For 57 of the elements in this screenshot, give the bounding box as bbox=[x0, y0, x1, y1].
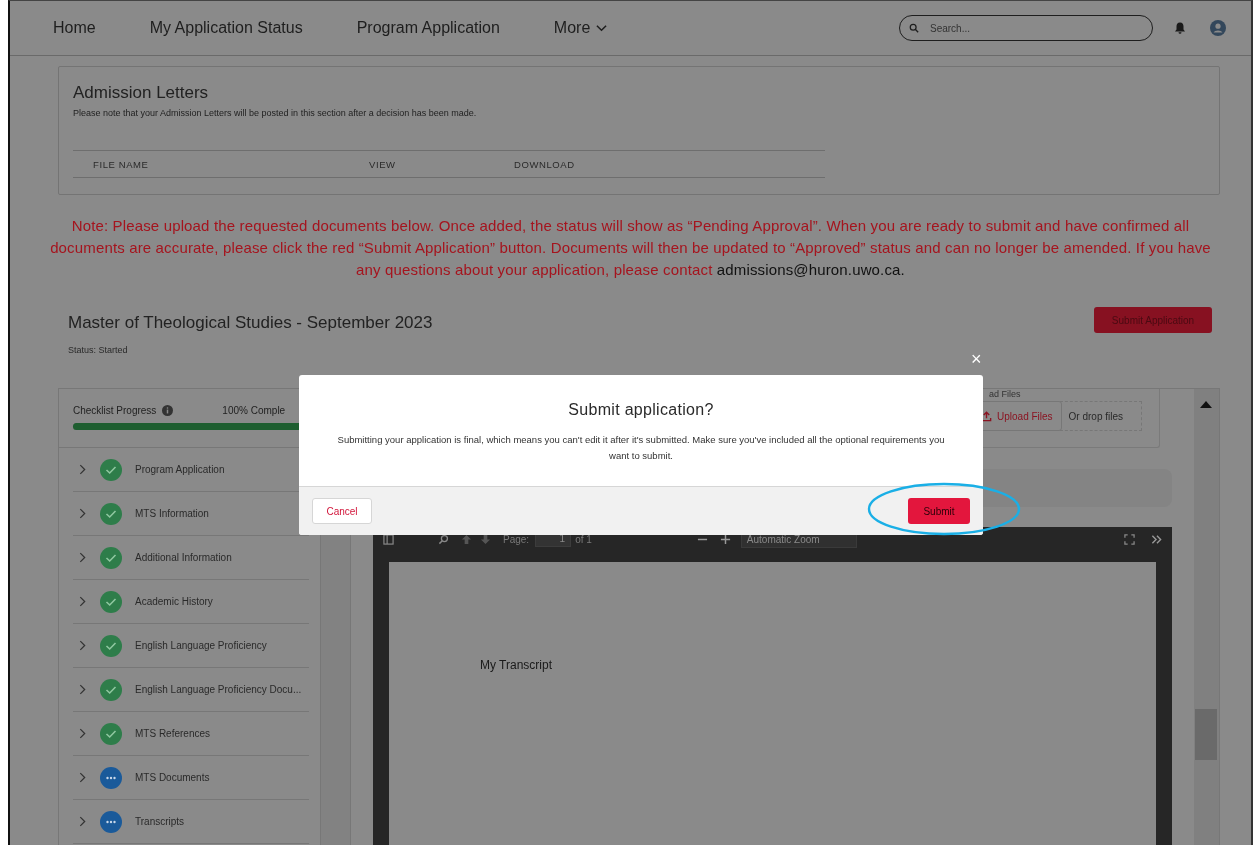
email-link[interactable]: admissions@huron.uwo.ca. bbox=[716, 261, 905, 278]
chevron-right-icon bbox=[79, 728, 86, 739]
bell-icon[interactable] bbox=[1173, 21, 1187, 35]
status-text: Status: Started bbox=[68, 345, 129, 355]
search-icon[interactable] bbox=[438, 534, 449, 545]
checklist-item[interactable]: MTS Documents bbox=[73, 756, 309, 800]
nav-link[interactable]: Program Application bbox=[356, 19, 500, 37]
plus-icon[interactable] bbox=[719, 534, 731, 545]
upload-icon bbox=[981, 410, 992, 422]
column-header: FILE NAME bbox=[93, 158, 149, 170]
program-title: Master of Theological Studies - September 2023 bbox=[68, 313, 433, 333]
dialog-message: Submitting your application is final, which means you can't edit it after it's submitted. Make sure you've included all the optional requirements you want to submit. bbox=[336, 433, 946, 463]
chevron-down-icon bbox=[596, 24, 608, 32]
checklist-item[interactable]: Additional Information bbox=[73, 536, 309, 580]
chevron-right-icon bbox=[79, 640, 86, 651]
scrollbar-thumb[interactable] bbox=[1195, 709, 1217, 760]
nav-link[interactable]: More bbox=[553, 19, 608, 37]
chevron-right-icon bbox=[79, 684, 86, 695]
checklist-title: Checklist Progress bbox=[73, 405, 157, 416]
checklist-item[interactable]: English Language Proficiency bbox=[73, 624, 309, 668]
checklist-item[interactable]: MTS References bbox=[73, 712, 309, 756]
document-text: My Transcript bbox=[480, 658, 552, 672]
arrow-up-icon[interactable] bbox=[461, 534, 472, 545]
nav-link[interactable]: Home bbox=[53, 19, 96, 37]
checklist-item[interactable]: Transcripts bbox=[73, 800, 309, 844]
user-avatar-icon[interactable] bbox=[1210, 20, 1226, 36]
search-field[interactable]: Search... bbox=[899, 15, 1153, 41]
upload-label: ad Files bbox=[989, 389, 1022, 399]
column-header: DOWNLOAD bbox=[514, 158, 575, 170]
search-icon bbox=[909, 23, 919, 33]
checklist-item[interactable]: Academic History bbox=[73, 580, 309, 624]
scrollbar[interactable] bbox=[1194, 389, 1219, 845]
chevron-right-icon bbox=[79, 508, 86, 519]
dialog-title: Submit application? bbox=[567, 401, 715, 419]
sidebar-icon[interactable] bbox=[383, 534, 394, 545]
progress-label: 100% Comple bbox=[222, 405, 286, 416]
double-chevron-icon[interactable] bbox=[1151, 534, 1162, 545]
chevron-right-icon bbox=[79, 816, 86, 827]
checklist-item[interactable]: English Language Proficiency Docu... bbox=[73, 668, 309, 712]
chevron-right-icon bbox=[79, 596, 86, 607]
nav-link[interactable]: My Application Status bbox=[149, 19, 303, 37]
page-label: Page: bbox=[503, 534, 530, 545]
section-note: Please note that your Admission Letters will be posted in this section after a decision has been made. bbox=[73, 108, 478, 118]
notice-text: Note: Please upload the requested documents below. Once added, the status will show as “Pending Approval”. When you are ready to submit and have confirmed all documents are accurate, please click the red “Submit Application” button. Documents will then be updated to “Approved” status and can no longer be amended. If you have any questions about your application, please contact admissions@huron.uwo.ca. bbox=[49, 216, 1212, 280]
cancel-button[interactable]: Cancel bbox=[312, 498, 372, 524]
info-icon[interactable] bbox=[162, 405, 174, 416]
chevron-right-icon bbox=[79, 552, 86, 563]
fullscreen-icon[interactable] bbox=[1124, 534, 1135, 545]
drop-hint: Or drop files bbox=[1068, 410, 1124, 422]
submit-button[interactable]: Submit bbox=[908, 498, 970, 524]
section-title: Admission Letters bbox=[73, 83, 210, 103]
column-header: VIEW bbox=[369, 158, 396, 170]
page-count: of 1 bbox=[575, 534, 592, 545]
close-button[interactable]: × bbox=[971, 349, 982, 369]
scroll-up-icon[interactable] bbox=[1200, 400, 1212, 408]
chevron-right-icon bbox=[79, 464, 86, 475]
chevron-right-icon bbox=[79, 772, 86, 783]
